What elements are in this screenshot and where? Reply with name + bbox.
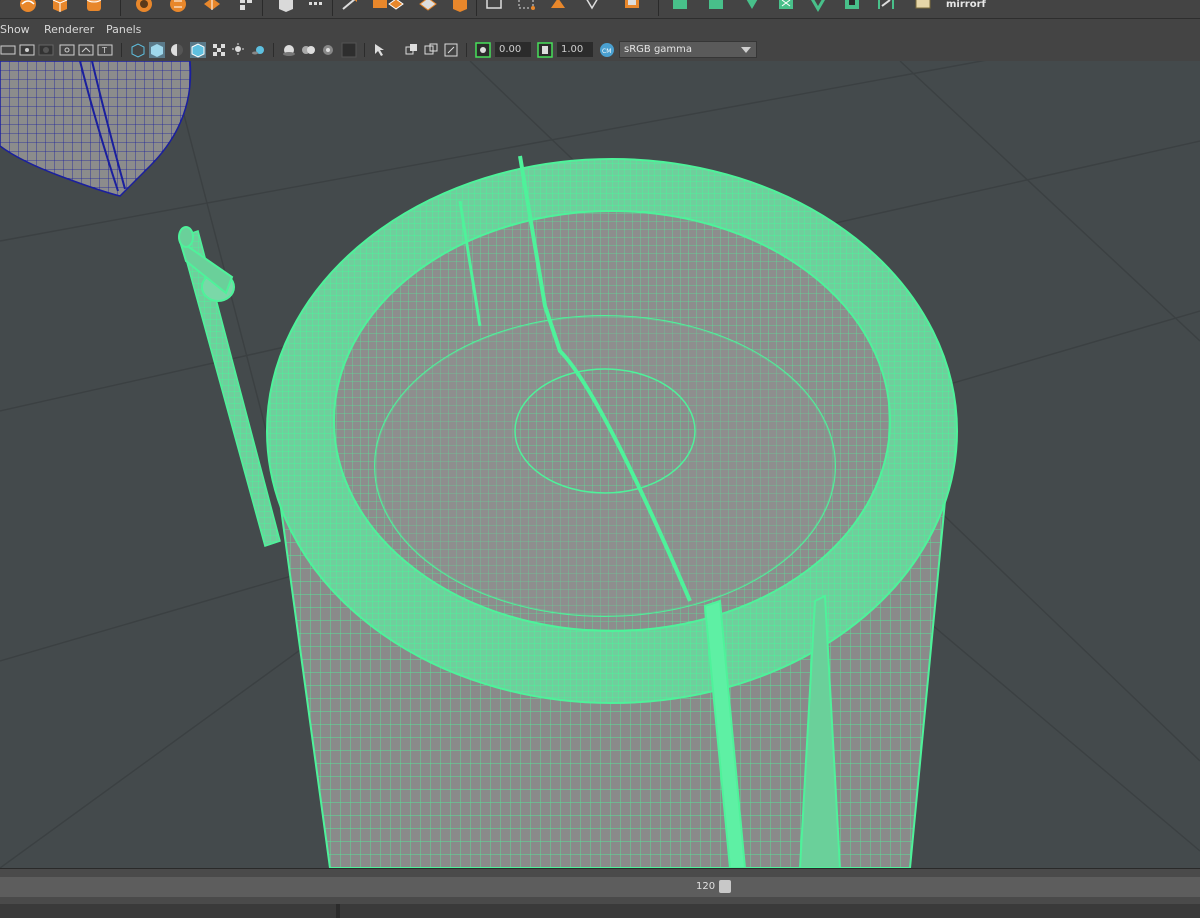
3d-viewport[interactable] — [0, 61, 1200, 868]
shelf: mirrorf — [0, 0, 1200, 19]
multi-cut-icon[interactable] — [548, 0, 568, 14]
field-chart-icon[interactable] — [59, 42, 75, 58]
quad-draw-icon[interactable] — [670, 0, 690, 14]
xray-icon[interactable] — [281, 42, 297, 58]
extrude-icon[interactable] — [450, 0, 470, 14]
bevel-icon[interactable] — [386, 0, 406, 14]
soccer-ball-icon[interactable] — [168, 0, 188, 14]
mirror-icon[interactable] — [842, 0, 862, 14]
time-track[interactable] — [0, 877, 1200, 897]
resolution-gate-icon[interactable] — [19, 42, 35, 58]
film-gate-icon[interactable] — [0, 42, 16, 58]
boolean-icon[interactable] — [418, 0, 438, 14]
xray-active-icon[interactable] — [320, 42, 336, 58]
unselected-mesh-object[interactable] — [0, 61, 192, 197]
safe-action-icon[interactable] — [78, 42, 94, 58]
color-space-dropdown[interactable]: sRGB gamma — [619, 41, 757, 58]
mirror-script-icon[interactable] — [876, 0, 896, 14]
wireframe-on-shaded-icon[interactable] — [190, 42, 206, 58]
range-slider[interactable] — [0, 904, 1200, 918]
svg-text:T: T — [101, 46, 107, 55]
selected-pin-object[interactable] — [178, 226, 281, 547]
menu-show[interactable]: Show — [0, 23, 30, 37]
sphere-outline-icon[interactable] — [306, 0, 326, 14]
cube-unfold-icon[interactable] — [236, 0, 256, 14]
backface-culling-icon[interactable] — [341, 42, 357, 58]
uv-editor-icon[interactable] — [742, 0, 762, 14]
exposure-icon[interactable] — [475, 42, 491, 58]
textured-icon[interactable] — [211, 42, 227, 58]
gamma-icon[interactable] — [537, 42, 553, 58]
target-weld-icon[interactable] — [582, 0, 602, 14]
fill-hole-icon[interactable] — [516, 0, 536, 14]
chevron-down-icon[interactable] — [741, 47, 751, 53]
isolate-select-icon[interactable] — [372, 42, 388, 58]
script-editor-icon[interactable] — [914, 0, 934, 14]
shelf-mirror-label[interactable]: mirrorf — [946, 0, 986, 11]
time-slider-handle[interactable] — [719, 880, 731, 893]
svg-text:CM: CM — [602, 48, 611, 55]
panel-toolbar: T 0.00 1.00 CM sRGB gamma — [0, 39, 1200, 62]
gamma-field[interactable]: 1.00 — [557, 42, 593, 57]
torus-icon[interactable] — [202, 0, 222, 14]
uv-layout-icon[interactable] — [706, 0, 726, 14]
plane-icon[interactable] — [276, 0, 296, 14]
frame-selection-icon[interactable] — [423, 42, 439, 58]
poly-sphere-icon[interactable] — [18, 0, 38, 14]
current-frame-label: 120 — [696, 881, 716, 892]
poly-cube-icon[interactable] — [50, 0, 70, 14]
poly-cone-icon[interactable] — [134, 0, 154, 14]
bridge-icon[interactable] — [484, 0, 504, 14]
use-all-lights-icon[interactable] — [230, 42, 246, 58]
exposure-field[interactable]: 0.00 — [495, 42, 531, 57]
safe-title-icon[interactable]: T — [97, 42, 113, 58]
selected-bucket-mesh[interactable] — [266, 155, 958, 868]
smooth-icon[interactable] — [776, 0, 796, 14]
gate-mask-icon[interactable] — [38, 42, 54, 58]
default-material-icon[interactable] — [169, 42, 185, 58]
grid-toggle-icon[interactable] — [443, 42, 459, 58]
range-divider[interactable] — [336, 904, 340, 918]
shadows-icon[interactable] — [250, 42, 266, 58]
poly-cylinder-icon[interactable] — [84, 0, 104, 14]
combine-icon[interactable] — [340, 0, 360, 14]
wireframe-icon[interactable] — [130, 42, 146, 58]
smooth-shade-icon[interactable] — [149, 42, 165, 58]
xray-joints-icon[interactable] — [300, 42, 316, 58]
merge-icon[interactable] — [622, 0, 642, 14]
menu-renderer[interactable]: Renderer — [44, 23, 94, 37]
menu-panels[interactable]: Panels — [106, 23, 141, 37]
color-management-icon[interactable]: CM — [599, 42, 615, 58]
reduce-icon[interactable] — [808, 0, 828, 14]
time-slider[interactable]: 120 — [0, 868, 1200, 905]
panel-menu-bar: Show Renderer Panels — [0, 19, 1200, 39]
frame-all-icon[interactable] — [403, 42, 419, 58]
